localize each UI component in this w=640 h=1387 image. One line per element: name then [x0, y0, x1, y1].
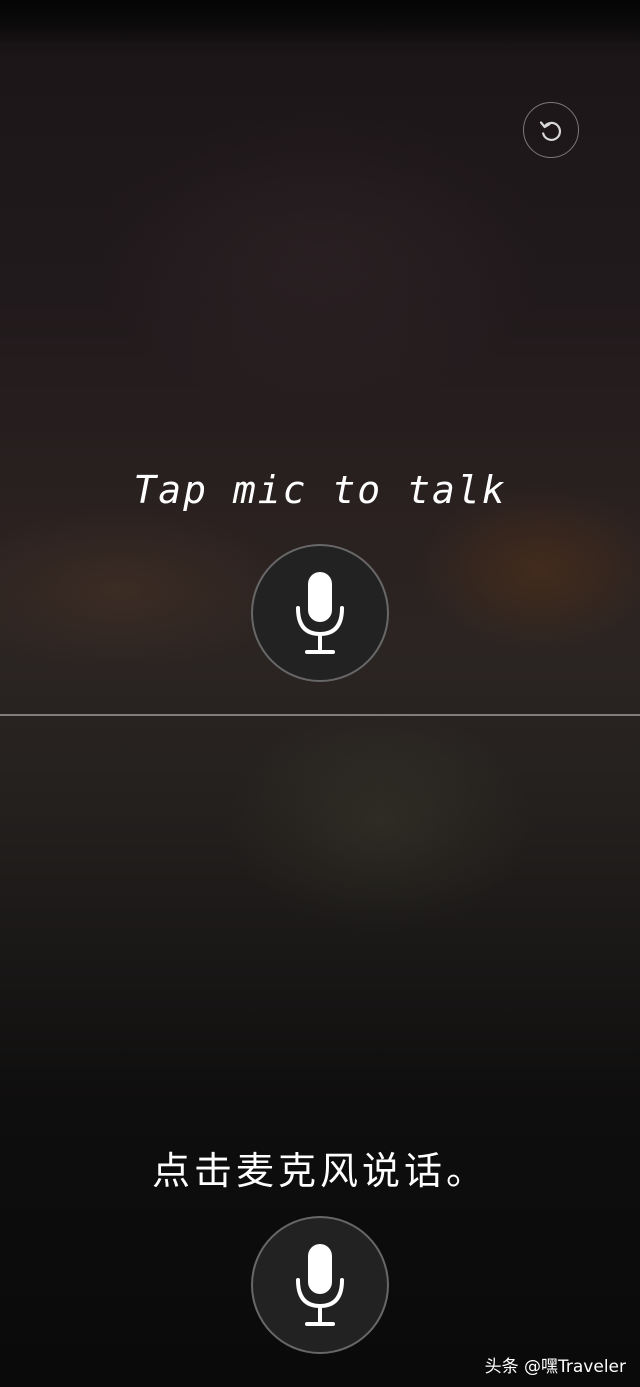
conversation-screen: Tap mic to talk 点击麦克风说话。 头条 @嘿Traveler	[0, 0, 640, 1387]
prompt-text-chinese: 点击麦克风说话。	[151, 1149, 488, 1193]
prompt-text-english: Tap mic to talk	[133, 468, 507, 512]
mic-button-lower[interactable]	[251, 1216, 389, 1354]
rotate-ccw-icon	[539, 121, 562, 141]
microphone-icon	[296, 572, 344, 654]
mic-button-upper[interactable]	[251, 544, 389, 682]
upper-speaker-panel: Tap mic to talk	[0, 0, 640, 714]
watermark-text: 头条 @嘿Traveler	[484, 1357, 626, 1377]
microphone-icon	[296, 1244, 344, 1326]
reset-button[interactable]	[523, 102, 579, 158]
